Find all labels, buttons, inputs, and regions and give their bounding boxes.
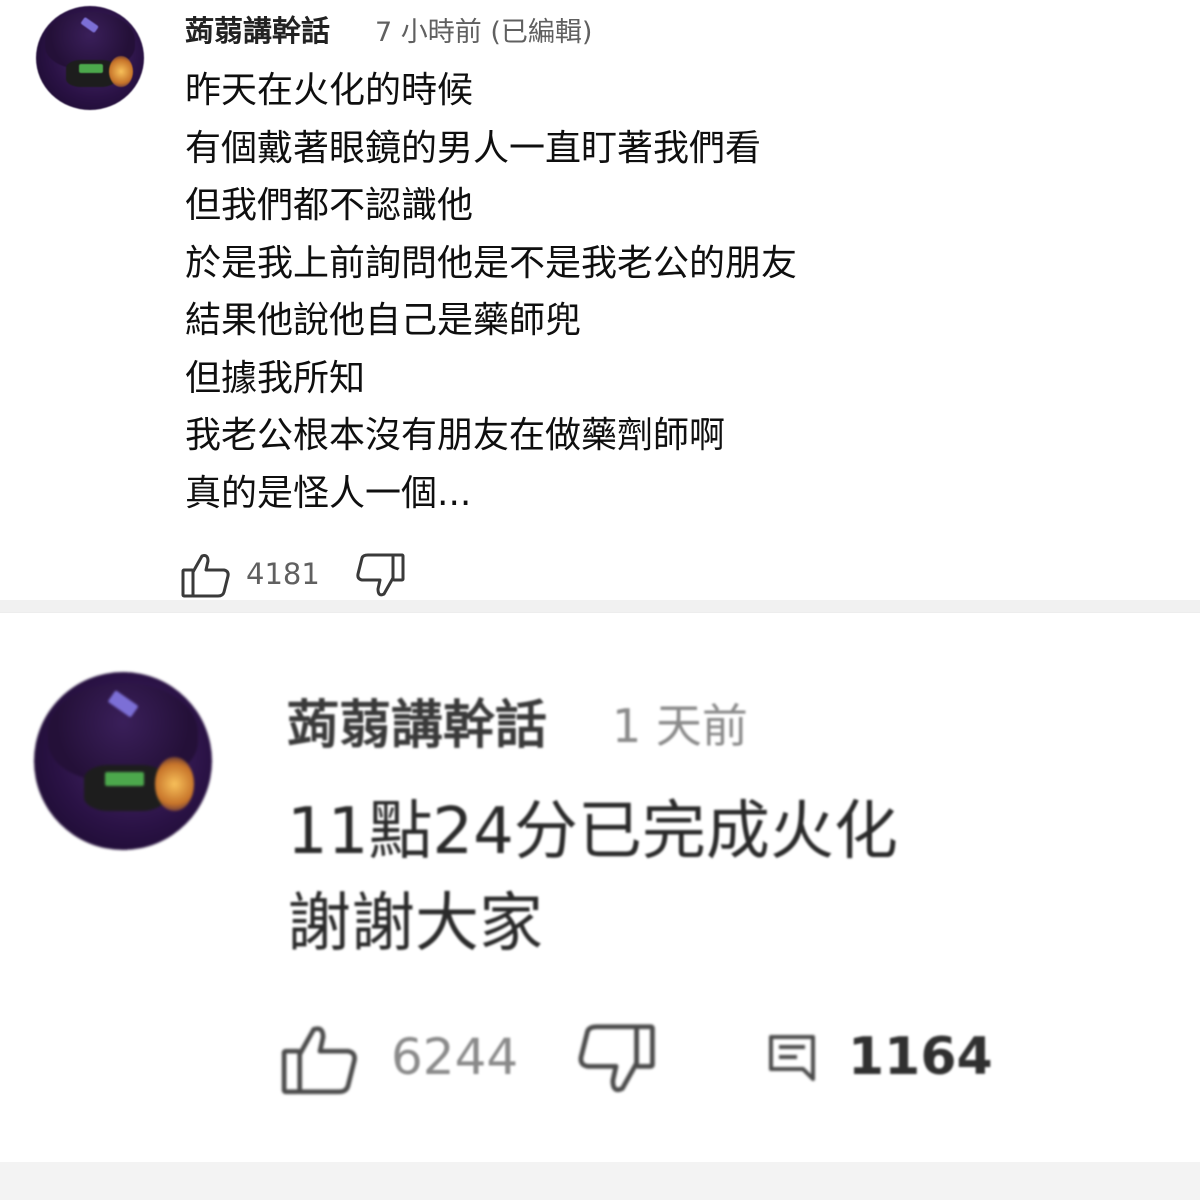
- comment-line: 但據我所知: [185, 357, 366, 399]
- comment-author[interactable]: 蒟蒻講幹話: [185, 8, 330, 50]
- comment-line: 11點24分已完成火化: [287, 795, 898, 869]
- thumbs-down-icon: [354, 552, 406, 600]
- comment-line: 於是我上前詢問他是不是我老公的朋友: [185, 242, 798, 284]
- dislike-button[interactable]: [354, 552, 406, 600]
- comment-divider: [0, 1162, 1200, 1200]
- comment-line: 我老公根本沒有朋友在做藥劑師啊: [185, 415, 726, 456]
- like-button[interactable]: [180, 550, 232, 600]
- comment-body: 昨天在火化的時候 有個戴著眼鏡的男人一直盯著我們看 但我們都不認識他 於是我上前…: [185, 62, 797, 522]
- thumbs-up-icon: [180, 550, 232, 600]
- like-button[interactable]: [277, 1020, 363, 1098]
- avatar-flame: [155, 757, 195, 811]
- comment-divider: [0, 600, 1200, 612]
- avatar-badge: [105, 771, 145, 786]
- comment-line: 謝謝大家: [287, 887, 543, 961]
- comment-timestamp[interactable]: 1 天前: [612, 690, 748, 756]
- avatar[interactable]: [34, 672, 212, 850]
- comment-body: 11點24分已完成火化 謝謝大家: [287, 786, 898, 970]
- comment-timestamp[interactable]: 7 小時前 (已編輯): [375, 10, 592, 49]
- comment-card-1: 蒟蒻講幹話 7 小時前 (已編輯) 昨天在火化的時候 有個戴著眼鏡的男人一直盯著…: [0, 0, 1200, 600]
- reply-button[interactable]: [767, 1033, 817, 1083]
- dislike-button[interactable]: [573, 1022, 659, 1098]
- comment-line: 昨天在火化的時候: [185, 70, 474, 111]
- like-count: 6244: [391, 1028, 519, 1086]
- comment-icon: [767, 1033, 817, 1083]
- comment-author[interactable]: 蒟蒻講幹話: [287, 683, 547, 758]
- comment-line: 結果他說他自己是藥師兜: [185, 300, 582, 341]
- reply-count[interactable]: 1164: [848, 1027, 993, 1087]
- avatar[interactable]: [36, 6, 144, 110]
- avatar-badge: [79, 64, 103, 73]
- comment-line: 真的是怪人一個...: [185, 472, 472, 514]
- like-count: 4181: [246, 557, 320, 591]
- thumbs-down-icon: [573, 1022, 659, 1098]
- thumbs-up-icon: [277, 1020, 363, 1098]
- avatar-flame: [109, 55, 134, 88]
- comment-line: 但我們都不認識他: [185, 185, 474, 226]
- comment-line: 有個戴著眼鏡的男人一直盯著我們看: [185, 127, 762, 169]
